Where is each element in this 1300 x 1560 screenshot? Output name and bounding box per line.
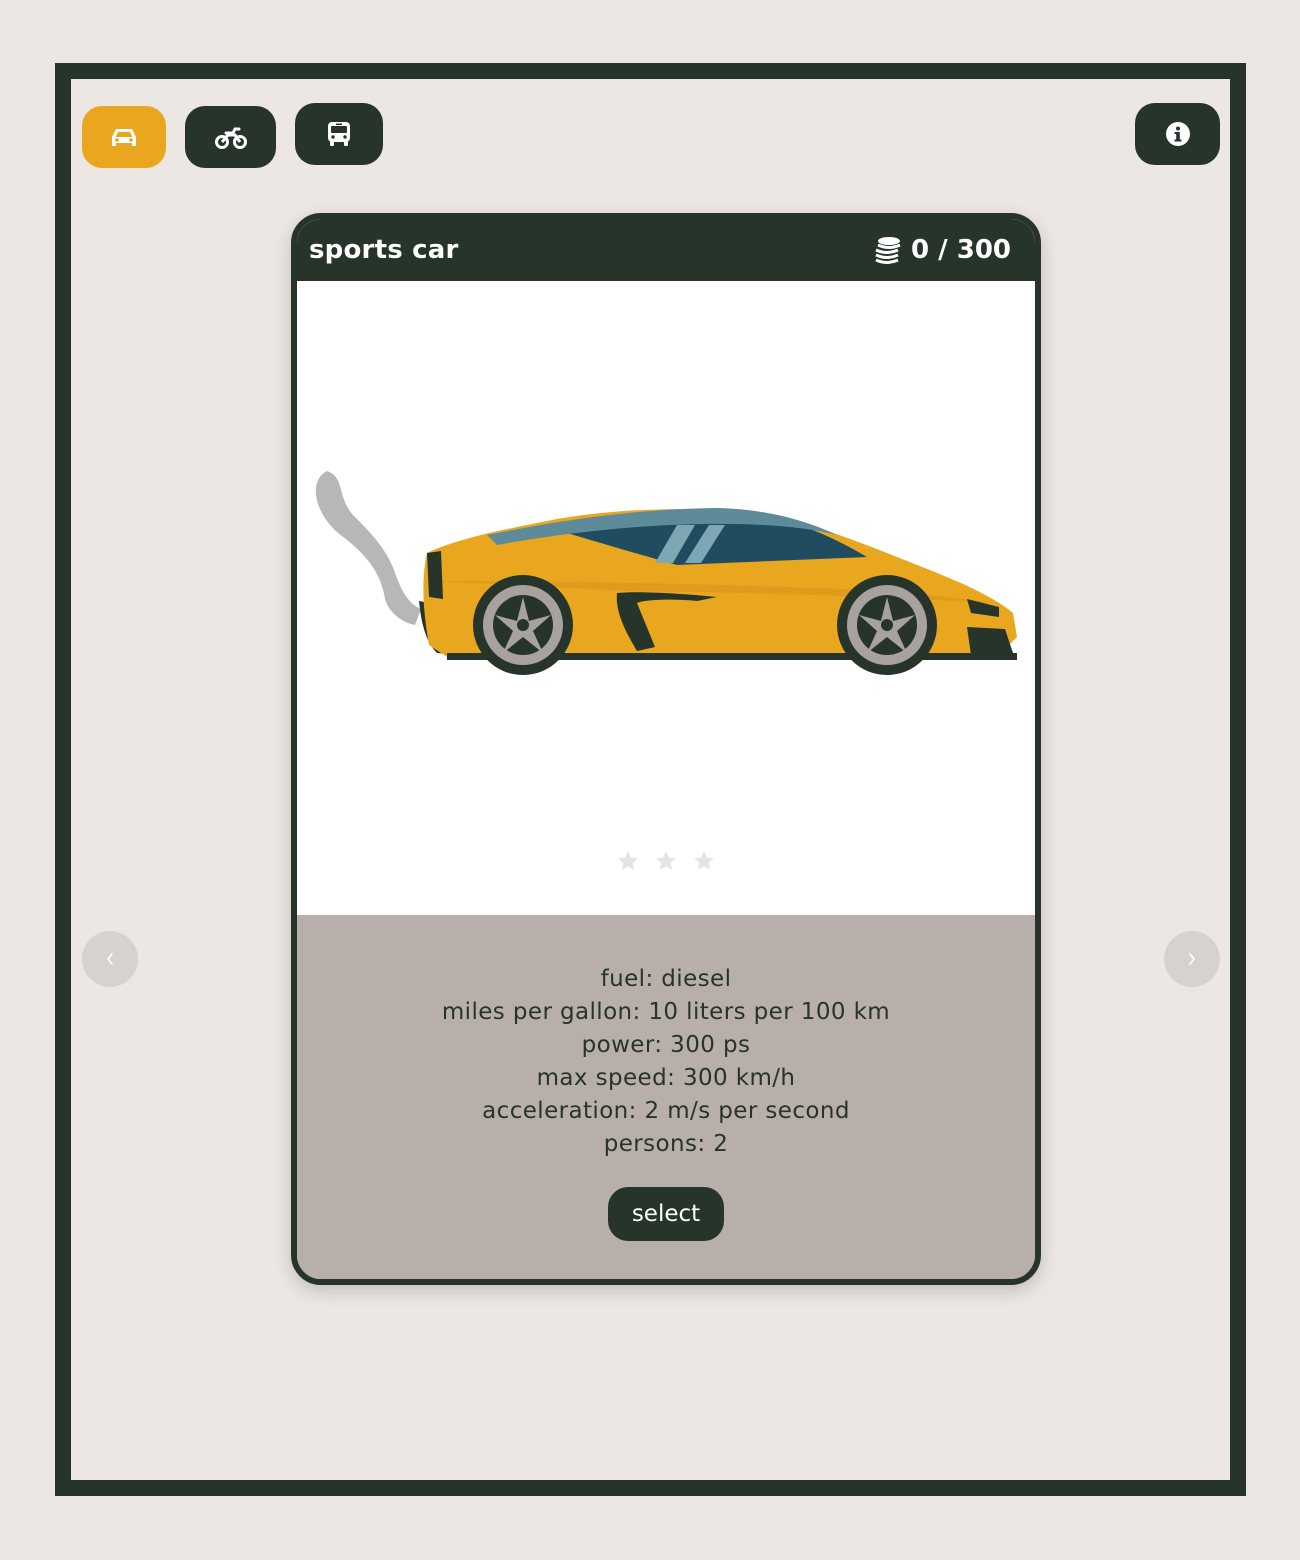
spec-acceleration: acceleration: 2 m/s per second <box>482 1098 850 1124</box>
category-bus-button[interactable] <box>295 103 383 165</box>
app-frame: sports car 0 / 300 fuel: diesel miles pe… <box>55 63 1246 1496</box>
motorcycle-icon <box>214 127 247 149</box>
price-display: 0 / 300 <box>873 235 1011 265</box>
car-icon <box>112 129 136 146</box>
spec-power: power: 300 ps <box>581 1032 751 1058</box>
coins-icon <box>875 237 901 264</box>
spec-mileage: miles per gallon: 10 liters per 100 km <box>441 999 891 1025</box>
star-icon <box>656 851 676 870</box>
vehicle-title: sports car <box>309 235 459 265</box>
front-wheel <box>837 575 937 675</box>
category-car-button[interactable] <box>82 106 166 168</box>
rear-wheel <box>473 575 573 675</box>
chevron-left-icon <box>106 953 113 965</box>
star-icon <box>694 851 714 870</box>
select-button[interactable]: select <box>607 1187 725 1241</box>
star-icon <box>618 851 638 870</box>
chevron-right-icon <box>1189 953 1196 965</box>
spec-persons: persons: 2 <box>603 1131 729 1157</box>
sports-car-illustration <box>315 471 1018 675</box>
info-button[interactable] <box>1135 103 1220 165</box>
prev-button[interactable] <box>82 931 138 987</box>
info-icon <box>1165 122 1190 146</box>
vehicle-card: sports car 0 / 300 fuel: diesel miles pe… <box>291 213 1041 1285</box>
price-text: 0 / 300 <box>911 235 1011 265</box>
category-motorcycle-button[interactable] <box>185 106 276 168</box>
card-header: sports car 0 / 300 <box>297 219 1035 281</box>
next-button[interactable] <box>1164 931 1220 987</box>
rating-stars <box>297 849 1035 873</box>
spec-list: fuel: diesel miles per gallon: 10 liters… <box>297 963 1035 1161</box>
bus-icon <box>328 122 350 146</box>
specs-panel: fuel: diesel miles per gallon: 10 liters… <box>297 915 1035 1279</box>
spec-max-speed: max speed: 300 km/h <box>536 1065 796 1091</box>
vehicle-image-area <box>297 281 1035 915</box>
spec-fuel: fuel: diesel <box>600 966 732 992</box>
